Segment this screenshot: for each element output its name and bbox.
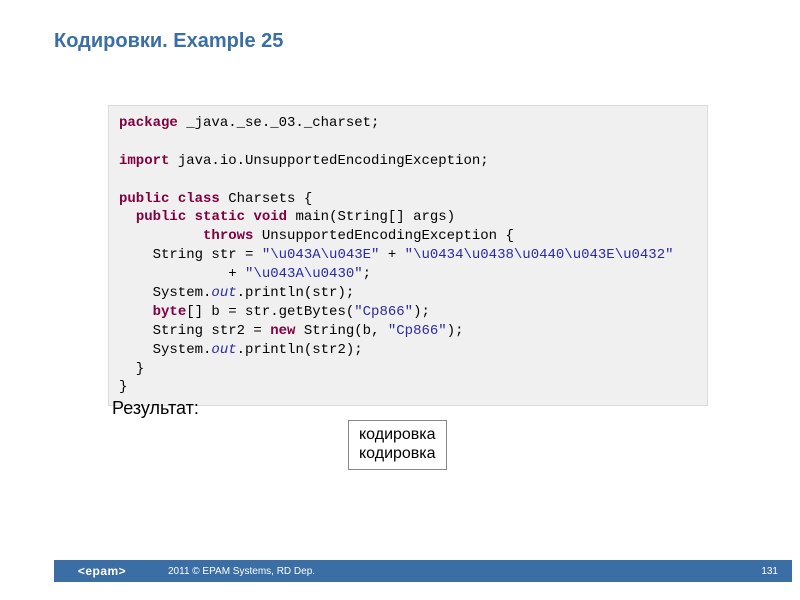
- keyword-public: public: [136, 209, 186, 225]
- keyword-byte: byte: [153, 304, 187, 320]
- epam-logo: <epam>: [54, 560, 150, 582]
- string-literal: "Cp866": [388, 323, 447, 339]
- code-text: );: [447, 323, 464, 339]
- keyword-public: public: [119, 191, 169, 207]
- code-text: String str2 =: [119, 323, 270, 339]
- code-block: package _java._se._03._charset; import j…: [108, 105, 708, 406]
- code-text: );: [413, 304, 430, 320]
- main-signature: main(String[] args): [287, 209, 455, 225]
- keyword-throws: throws: [203, 228, 253, 244]
- result-line: кодировка: [359, 425, 436, 444]
- result-output: кодировка кодировка: [348, 420, 447, 470]
- keyword-void: void: [253, 209, 287, 225]
- string-literal: "Cp866": [354, 304, 413, 320]
- import-path: java.io.UnsupportedEncodingException;: [169, 153, 488, 169]
- class-name: Charsets {: [220, 191, 312, 207]
- slide: Кодировки. Example 25 package _java._se.…: [0, 0, 800, 600]
- code-text: }: [119, 361, 144, 377]
- throws-clause: UnsupportedEncodingException {: [253, 228, 513, 244]
- field-out: out: [211, 342, 236, 358]
- code-text: .println(str);: [237, 285, 355, 301]
- page-number: 131: [761, 566, 792, 577]
- keyword-import: import: [119, 153, 169, 169]
- code-text: [] b = str.getBytes(: [186, 304, 354, 320]
- keyword-new: new: [270, 323, 295, 339]
- code-text: ;: [363, 266, 371, 282]
- string-literal: "\u043A\u0430": [245, 266, 363, 282]
- code-text: .println(str2);: [237, 342, 363, 358]
- string-literal: "\u0434\u0438\u0440\u043E\u0432": [405, 247, 674, 263]
- code-text: +: [379, 247, 404, 263]
- slide-title: Кодировки. Example 25: [54, 30, 283, 53]
- field-out: out: [211, 285, 236, 301]
- package-path: _java._se._03._charset;: [178, 115, 380, 131]
- code-text: System.: [119, 285, 211, 301]
- code-text: }: [119, 379, 127, 395]
- code-text: String str =: [119, 247, 262, 263]
- keyword-static: static: [195, 209, 245, 225]
- keyword-class: class: [178, 191, 220, 207]
- footer-bar: <epam> 2011 © EPAM Systems, RD Dep. 131: [54, 560, 792, 582]
- code-text: +: [119, 266, 245, 282]
- keyword-package: package: [119, 115, 178, 131]
- footer-copyright: 2011 © EPAM Systems, RD Dep.: [150, 566, 761, 577]
- string-literal: "\u043A\u043E": [262, 247, 380, 263]
- result-label: Результат:: [112, 398, 199, 419]
- code-text: String(b,: [295, 323, 387, 339]
- result-line: кодировка: [359, 444, 436, 463]
- code-text: System.: [119, 342, 211, 358]
